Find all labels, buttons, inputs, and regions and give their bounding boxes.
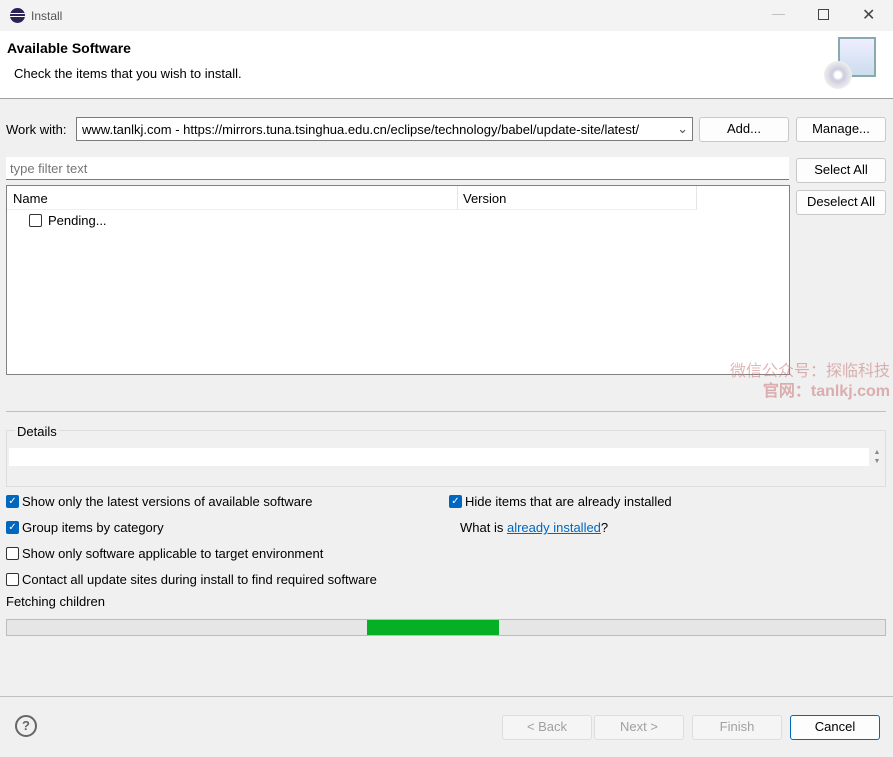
window-title: Install [31, 9, 63, 23]
install-wizard-icon [824, 37, 880, 93]
select-all-button[interactable]: Select All [796, 158, 886, 183]
details-scrollbar[interactable]: ▲ ▼ [871, 448, 883, 466]
hide-installed-checkbox[interactable]: ✓ [449, 495, 462, 508]
column-version[interactable]: Version [463, 191, 506, 206]
applicable-checkbox[interactable] [6, 547, 19, 560]
group-label: Group items by category [22, 520, 164, 535]
contact-checkbox[interactable] [6, 573, 19, 586]
help-icon[interactable]: ? [15, 715, 37, 737]
maximize-button[interactable] [818, 9, 829, 20]
cancel-button[interactable]: Cancel [790, 715, 880, 740]
table-header: Name Version [7, 186, 697, 210]
manage-button[interactable]: Manage... [796, 117, 886, 142]
what-is-suffix: ? [600, 520, 609, 535]
eclipse-icon [10, 8, 25, 23]
progress-bar [6, 619, 886, 636]
latest-checkbox[interactable]: ✓ [6, 495, 19, 508]
divider [6, 411, 886, 412]
close-button[interactable]: ✕ [862, 5, 875, 25]
software-table[interactable]: Name Version Pending... [6, 185, 790, 375]
details-group: Details ▲ ▼ [6, 424, 886, 487]
work-with-value: www.tanlkj.com - https://mirrors.tuna.ts… [82, 122, 640, 137]
next-button[interactable]: Next > [594, 715, 684, 740]
header-banner: Available Software Check the items that … [0, 31, 893, 99]
work-with-combo[interactable]: www.tanlkj.com - https://mirrors.tuna.ts… [76, 117, 693, 141]
finish-button[interactable]: Finish [692, 715, 782, 740]
hide-installed-label: Hide items that are already installed [465, 494, 672, 509]
contact-label: Contact all update sites during install … [22, 572, 377, 587]
already-installed-link[interactable]: already installed [507, 520, 601, 535]
add-button[interactable]: Add... [699, 117, 789, 142]
watermark-line2: 官网：tanlkj.com [762, 383, 890, 400]
minimize-button[interactable]: — [772, 6, 785, 21]
title-bar: Install — ✕ [0, 0, 893, 31]
footer-divider [0, 696, 893, 697]
row-name: Pending... [48, 213, 107, 228]
applicable-label: Show only software applicable to target … [22, 546, 324, 561]
deselect-all-button[interactable]: Deselect All [796, 190, 886, 215]
filter-input[interactable] [6, 157, 789, 180]
page-subtitle: Check the items that you wish to install… [14, 66, 242, 81]
watermark-line1: 微信公众号：探临科技 [729, 363, 890, 380]
page-title: Available Software [7, 40, 131, 56]
group-checkbox[interactable]: ✓ [6, 521, 19, 534]
work-with-label: Work with: [6, 122, 67, 137]
details-label: Details [15, 424, 59, 439]
progress-fill [366, 620, 499, 635]
column-name[interactable]: Name [13, 191, 48, 206]
what-is-prefix: What is [460, 520, 507, 535]
chevron-down-icon: ⌄ [677, 121, 688, 136]
details-text [9, 448, 869, 466]
what-is-text: What is already installed? [460, 520, 608, 535]
row-checkbox[interactable] [29, 214, 42, 227]
status-text: Fetching children [6, 594, 105, 609]
latest-label: Show only the latest versions of availab… [22, 494, 313, 509]
watermark: 微信公众号：探临科技 官网：tanlkj.com [728, 362, 890, 402]
back-button[interactable]: < Back [502, 715, 592, 740]
